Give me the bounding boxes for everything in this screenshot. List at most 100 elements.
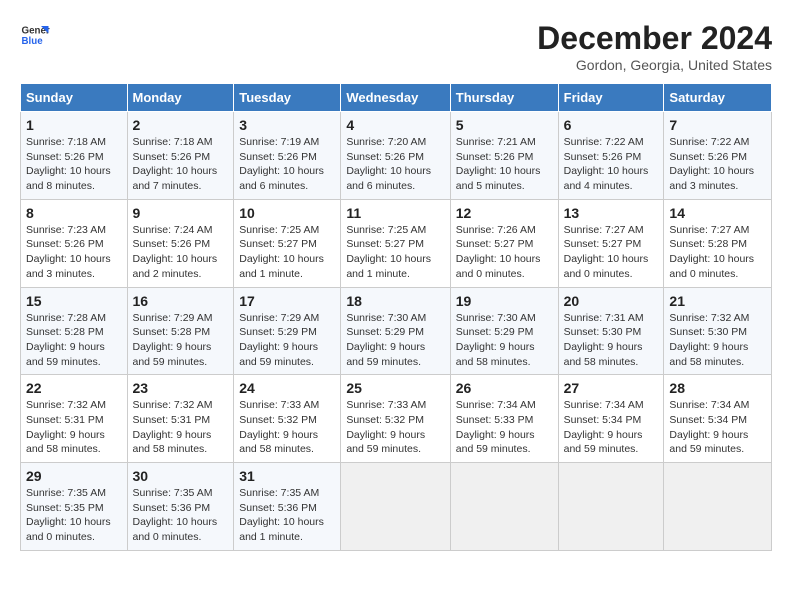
day-number: 31 [239, 468, 335, 484]
table-row [558, 463, 664, 551]
col-saturday: Saturday [664, 84, 772, 112]
day-number: 6 [564, 117, 659, 133]
day-info: Sunrise: 7:30 AMSunset: 5:29 PMDaylight:… [456, 312, 536, 368]
day-info: Sunrise: 7:22 AMSunset: 5:26 PMDaylight:… [669, 136, 754, 192]
calendar-table: Sunday Monday Tuesday Wednesday Thursday… [20, 83, 772, 551]
day-info: Sunrise: 7:18 AMSunset: 5:26 PMDaylight:… [133, 136, 218, 192]
month-title: December 2024 [537, 20, 772, 57]
day-info: Sunrise: 7:32 AMSunset: 5:30 PMDaylight:… [669, 312, 749, 368]
table-row: 15 Sunrise: 7:28 AMSunset: 5:28 PMDaylig… [21, 287, 128, 375]
table-row: 12 Sunrise: 7:26 AMSunset: 5:27 PMDaylig… [450, 199, 558, 287]
day-number: 4 [346, 117, 444, 133]
day-info: Sunrise: 7:23 AMSunset: 5:26 PMDaylight:… [26, 224, 111, 280]
table-row: 17 Sunrise: 7:29 AMSunset: 5:29 PMDaylig… [234, 287, 341, 375]
day-info: Sunrise: 7:34 AMSunset: 5:34 PMDaylight:… [564, 399, 644, 455]
day-info: Sunrise: 7:25 AMSunset: 5:27 PMDaylight:… [239, 224, 324, 280]
day-number: 8 [26, 205, 122, 221]
day-info: Sunrise: 7:29 AMSunset: 5:28 PMDaylight:… [133, 312, 213, 368]
day-number: 11 [346, 205, 444, 221]
col-sunday: Sunday [21, 84, 128, 112]
title-block: December 2024 Gordon, Georgia, United St… [537, 20, 772, 73]
table-row: 31 Sunrise: 7:35 AMSunset: 5:36 PMDaylig… [234, 463, 341, 551]
day-number: 13 [564, 205, 659, 221]
calendar-week-row: 1 Sunrise: 7:18 AMSunset: 5:26 PMDayligh… [21, 112, 772, 200]
calendar-week-row: 8 Sunrise: 7:23 AMSunset: 5:26 PMDayligh… [21, 199, 772, 287]
day-number: 17 [239, 293, 335, 309]
day-number: 23 [133, 380, 229, 396]
table-row: 26 Sunrise: 7:34 AMSunset: 5:33 PMDaylig… [450, 375, 558, 463]
calendar-week-row: 29 Sunrise: 7:35 AMSunset: 5:35 PMDaylig… [21, 463, 772, 551]
table-row: 21 Sunrise: 7:32 AMSunset: 5:30 PMDaylig… [664, 287, 772, 375]
table-row [341, 463, 450, 551]
day-number: 30 [133, 468, 229, 484]
table-row: 24 Sunrise: 7:33 AMSunset: 5:32 PMDaylig… [234, 375, 341, 463]
day-number: 29 [26, 468, 122, 484]
day-info: Sunrise: 7:22 AMSunset: 5:26 PMDaylight:… [564, 136, 649, 192]
day-number: 27 [564, 380, 659, 396]
day-info: Sunrise: 7:35 AMSunset: 5:35 PMDaylight:… [26, 487, 111, 543]
calendar-week-row: 15 Sunrise: 7:28 AMSunset: 5:28 PMDaylig… [21, 287, 772, 375]
day-number: 14 [669, 205, 766, 221]
day-info: Sunrise: 7:29 AMSunset: 5:29 PMDaylight:… [239, 312, 319, 368]
table-row: 5 Sunrise: 7:21 AMSunset: 5:26 PMDayligh… [450, 112, 558, 200]
day-info: Sunrise: 7:32 AMSunset: 5:31 PMDaylight:… [133, 399, 213, 455]
table-row: 11 Sunrise: 7:25 AMSunset: 5:27 PMDaylig… [341, 199, 450, 287]
day-info: Sunrise: 7:24 AMSunset: 5:26 PMDaylight:… [133, 224, 218, 280]
svg-text:Blue: Blue [22, 36, 44, 47]
table-row: 8 Sunrise: 7:23 AMSunset: 5:26 PMDayligh… [21, 199, 128, 287]
day-number: 21 [669, 293, 766, 309]
calendar-week-row: 22 Sunrise: 7:32 AMSunset: 5:31 PMDaylig… [21, 375, 772, 463]
day-info: Sunrise: 7:21 AMSunset: 5:26 PMDaylight:… [456, 136, 541, 192]
table-row: 27 Sunrise: 7:34 AMSunset: 5:34 PMDaylig… [558, 375, 664, 463]
day-info: Sunrise: 7:35 AMSunset: 5:36 PMDaylight:… [239, 487, 324, 543]
table-row: 1 Sunrise: 7:18 AMSunset: 5:26 PMDayligh… [21, 112, 128, 200]
day-number: 3 [239, 117, 335, 133]
day-info: Sunrise: 7:33 AMSunset: 5:32 PMDaylight:… [239, 399, 319, 455]
day-number: 2 [133, 117, 229, 133]
day-number: 1 [26, 117, 122, 133]
day-number: 20 [564, 293, 659, 309]
day-number: 12 [456, 205, 553, 221]
table-row: 20 Sunrise: 7:31 AMSunset: 5:30 PMDaylig… [558, 287, 664, 375]
table-row: 30 Sunrise: 7:35 AMSunset: 5:36 PMDaylig… [127, 463, 234, 551]
table-row [450, 463, 558, 551]
location: Gordon, Georgia, United States [537, 57, 772, 73]
day-info: Sunrise: 7:35 AMSunset: 5:36 PMDaylight:… [133, 487, 218, 543]
col-monday: Monday [127, 84, 234, 112]
table-row: 29 Sunrise: 7:35 AMSunset: 5:35 PMDaylig… [21, 463, 128, 551]
table-row: 25 Sunrise: 7:33 AMSunset: 5:32 PMDaylig… [341, 375, 450, 463]
table-row: 13 Sunrise: 7:27 AMSunset: 5:27 PMDaylig… [558, 199, 664, 287]
table-row: 4 Sunrise: 7:20 AMSunset: 5:26 PMDayligh… [341, 112, 450, 200]
table-row: 7 Sunrise: 7:22 AMSunset: 5:26 PMDayligh… [664, 112, 772, 200]
day-number: 26 [456, 380, 553, 396]
day-info: Sunrise: 7:31 AMSunset: 5:30 PMDaylight:… [564, 312, 644, 368]
calendar-header-row: Sunday Monday Tuesday Wednesday Thursday… [21, 84, 772, 112]
table-row: 28 Sunrise: 7:34 AMSunset: 5:34 PMDaylig… [664, 375, 772, 463]
day-info: Sunrise: 7:25 AMSunset: 5:27 PMDaylight:… [346, 224, 431, 280]
day-number: 15 [26, 293, 122, 309]
table-row: 3 Sunrise: 7:19 AMSunset: 5:26 PMDayligh… [234, 112, 341, 200]
table-row: 10 Sunrise: 7:25 AMSunset: 5:27 PMDaylig… [234, 199, 341, 287]
table-row: 22 Sunrise: 7:32 AMSunset: 5:31 PMDaylig… [21, 375, 128, 463]
logo: General Blue [20, 20, 50, 50]
day-number: 18 [346, 293, 444, 309]
logo-icon: General Blue [20, 20, 50, 50]
col-friday: Friday [558, 84, 664, 112]
day-number: 19 [456, 293, 553, 309]
page-header: General Blue December 2024 Gordon, Georg… [20, 20, 772, 73]
day-number: 5 [456, 117, 553, 133]
table-row: 23 Sunrise: 7:32 AMSunset: 5:31 PMDaylig… [127, 375, 234, 463]
table-row [664, 463, 772, 551]
table-row: 16 Sunrise: 7:29 AMSunset: 5:28 PMDaylig… [127, 287, 234, 375]
day-info: Sunrise: 7:20 AMSunset: 5:26 PMDaylight:… [346, 136, 431, 192]
day-number: 28 [669, 380, 766, 396]
day-info: Sunrise: 7:26 AMSunset: 5:27 PMDaylight:… [456, 224, 541, 280]
col-tuesday: Tuesday [234, 84, 341, 112]
col-thursday: Thursday [450, 84, 558, 112]
day-info: Sunrise: 7:19 AMSunset: 5:26 PMDaylight:… [239, 136, 324, 192]
day-number: 25 [346, 380, 444, 396]
day-number: 10 [239, 205, 335, 221]
day-info: Sunrise: 7:30 AMSunset: 5:29 PMDaylight:… [346, 312, 426, 368]
table-row: 9 Sunrise: 7:24 AMSunset: 5:26 PMDayligh… [127, 199, 234, 287]
table-row: 19 Sunrise: 7:30 AMSunset: 5:29 PMDaylig… [450, 287, 558, 375]
